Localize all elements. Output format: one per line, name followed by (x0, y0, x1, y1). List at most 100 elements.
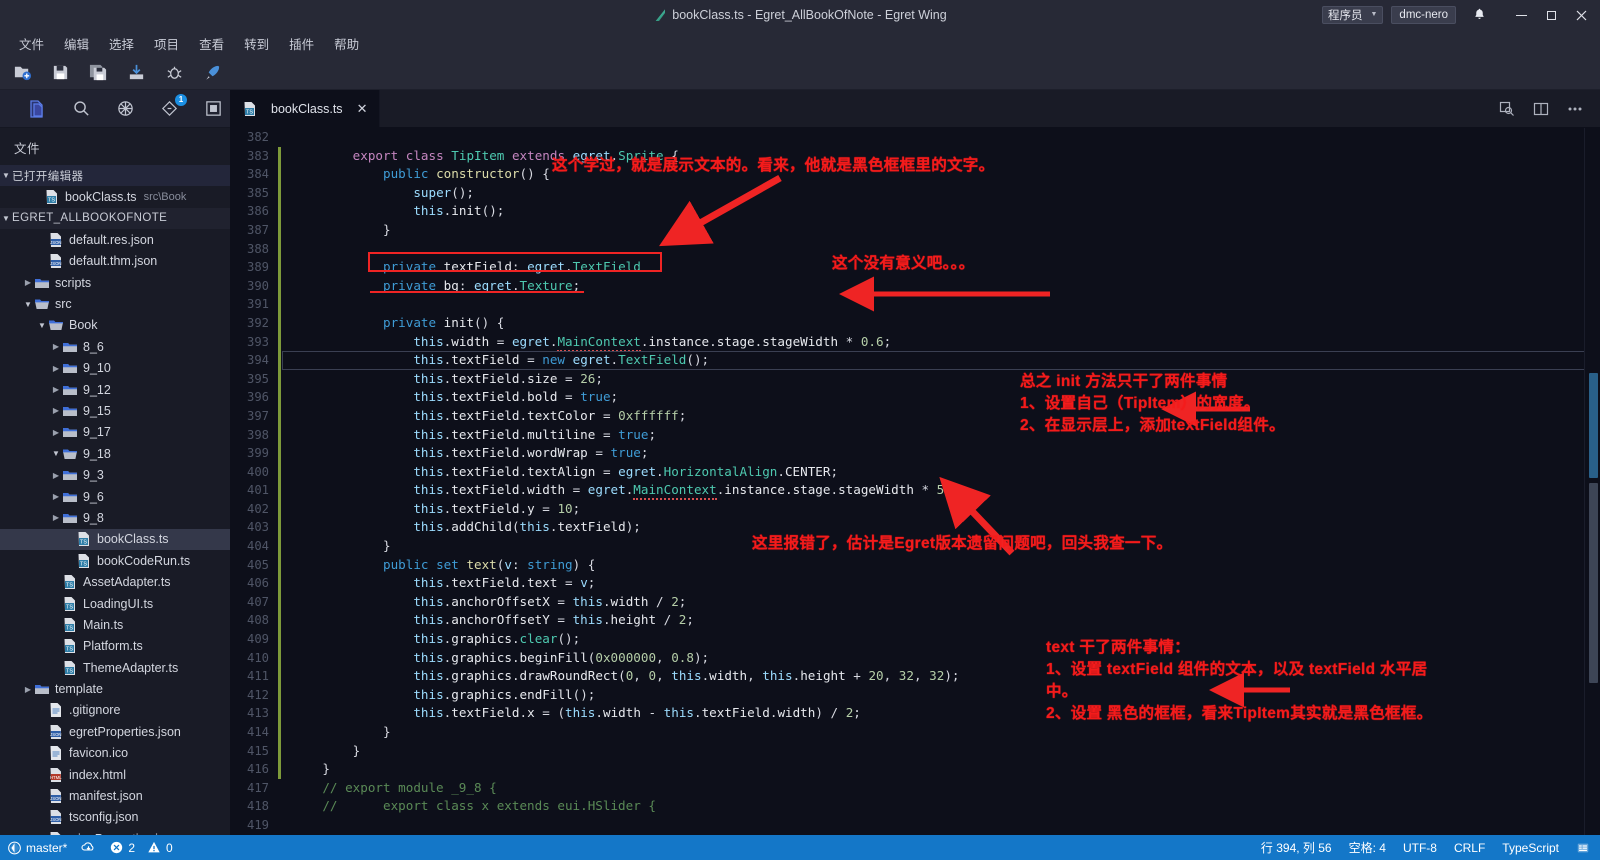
status-indentation[interactable]: 空格: 4 (1349, 839, 1386, 856)
chevron-right-icon[interactable]: ▶ (22, 278, 34, 287)
tree-item-index.html[interactable]: HTML index.html (0, 764, 230, 785)
sidebar: 1 文件 ▼ 已打开编辑器 TS bookClass.ts src\Book ▼… (0, 90, 230, 835)
explorer-icon[interactable] (26, 98, 48, 120)
status-eol[interactable]: CRLF (1454, 841, 1485, 855)
tree-item-manifest.json[interactable]: JSON manifest.json (0, 785, 230, 806)
svg-text:TS: TS (66, 647, 73, 653)
project-root-section[interactable]: ▼ EGRET_ALLBOOKOFNOTE (0, 207, 230, 230)
tree-item-9_18[interactable]: ▼ 9_18 (0, 443, 230, 464)
status-encoding[interactable]: UTF-8 (1403, 841, 1437, 855)
menu-item-3[interactable]: 项目 (145, 31, 188, 56)
new-file-icon[interactable] (8, 60, 36, 86)
more-actions-icon[interactable] (1566, 100, 1584, 118)
folder-open-icon (62, 446, 78, 462)
menu-item-4[interactable]: 查看 (190, 31, 233, 56)
role-label: 程序员 (1327, 10, 1363, 22)
tree-item-bookClass.ts[interactable]: TS bookClass.ts (0, 528, 230, 551)
chevron-down-icon[interactable]: ▼ (22, 300, 34, 309)
chevron-right-icon[interactable]: ▶ (50, 492, 62, 501)
extensions-icon[interactable] (202, 98, 224, 120)
tree-item-Main.ts[interactable]: TS Main.ts (0, 614, 230, 635)
chevron-right-icon[interactable]: ▶ (50, 385, 62, 394)
tree-item-label: bookCodeRun.ts (97, 553, 191, 568)
chevron-right-icon[interactable]: ▶ (22, 685, 34, 694)
menu-item-6[interactable]: 插件 (280, 31, 323, 56)
chevron-right-icon[interactable]: ▶ (50, 406, 62, 415)
status-branch[interactable]: master* (8, 841, 67, 855)
tree-item-label: 9_3 (83, 468, 104, 483)
role-dropdown[interactable]: 程序员 ▼ (1321, 6, 1384, 24)
open-editor-detail: src\Book (143, 191, 187, 204)
minimize-button[interactable] (1506, 0, 1536, 30)
status-cursor-position[interactable]: 行 394, 列 56 (1261, 839, 1332, 856)
chevron-right-icon[interactable]: ▶ (50, 428, 62, 437)
menu-item-7[interactable]: 帮助 (325, 31, 368, 56)
status-sync[interactable] (81, 841, 96, 854)
menu-item-0[interactable]: 文件 (10, 31, 53, 56)
tree-item-9_17[interactable]: ▶ 9_17 (0, 422, 230, 443)
tree-item-9_12[interactable]: ▶ 9_12 (0, 379, 230, 400)
chevron-down-icon[interactable]: ▼ (50, 449, 62, 458)
tree-item-9_6[interactable]: ▶ 9_6 (0, 486, 230, 507)
tree-item-label: default.res.json (69, 232, 154, 247)
tree-item-favicon.ico[interactable]: favicon.ico (0, 743, 230, 764)
bell-icon[interactable] (1468, 7, 1490, 24)
chevron-down-icon: ▼ (2, 213, 10, 223)
preview-icon[interactable] (1498, 100, 1516, 118)
tree-item-default.res.json[interactable]: JSON default.res.json (0, 229, 230, 250)
tree-item-bookCodeRun.ts[interactable]: TS bookCodeRun.ts (0, 550, 230, 571)
editor-tabs: TS bookClass.ts ✕ (230, 90, 1600, 128)
chevron-right-icon[interactable]: ▶ (50, 513, 62, 522)
close-icon[interactable]: ✕ (357, 101, 368, 117)
chevron-down-icon[interactable]: ▼ (36, 321, 48, 330)
source-control-icon[interactable]: 1 (158, 93, 187, 120)
menu-item-2[interactable]: 选择 (100, 31, 143, 56)
chevron-right-icon[interactable]: ▶ (50, 364, 62, 373)
tree-item-.gitignore[interactable]: .gitignore (0, 700, 230, 721)
publish-icon[interactable] (122, 60, 150, 86)
tree-item-wingProperties.json[interactable]: JSONwingProperties.json (0, 828, 230, 835)
tree-item-Book[interactable]: ▼ Book (0, 315, 230, 336)
tree-item-egretProperties.json[interactable]: JSON egretProperties.json (0, 721, 230, 742)
chevron-right-icon[interactable]: ▶ (50, 471, 62, 480)
status-warning-count: 0 (166, 840, 173, 855)
split-editor-icon[interactable] (1532, 100, 1550, 118)
tree-item-AssetAdapter.ts[interactable]: TS AssetAdapter.ts (0, 571, 230, 592)
code-editor[interactable]: 382 383 export class TipItem extends egre… (230, 128, 1600, 835)
tree-item-label: src (55, 297, 72, 312)
menu-item-1[interactable]: 编辑 (55, 31, 98, 56)
tree-item-9_10[interactable]: ▶ 9_10 (0, 358, 230, 379)
save-all-icon[interactable] (84, 60, 112, 86)
tree-item-LoadingUI.ts[interactable]: TS LoadingUI.ts (0, 593, 230, 614)
tree-item-default.thm.json[interactable]: JSON default.thm.json (0, 251, 230, 272)
open-editor-item[interactable]: TS bookClass.ts src\Book (0, 186, 230, 207)
user-badge[interactable]: dmc-nero (1391, 6, 1456, 24)
tab-bookClass-ts[interactable]: TS bookClass.ts ✕ (230, 90, 381, 127)
debug-bug-icon[interactable] (160, 60, 188, 86)
maximize-button[interactable] (1536, 0, 1566, 30)
close-button[interactable] (1566, 0, 1596, 30)
status-language-mode[interactable]: TypeScript (1502, 841, 1559, 855)
chevron-right-icon[interactable]: ▶ (50, 342, 62, 351)
feedback-icon[interactable] (1576, 841, 1590, 855)
ts-file-icon: TS (242, 101, 258, 117)
open-editors-section[interactable]: ▼ 已打开编辑器 (0, 165, 230, 187)
text-file-icon (48, 745, 64, 761)
debug-icon[interactable] (114, 98, 136, 120)
tree-item-src[interactable]: ▼ src (0, 293, 230, 314)
search-icon[interactable] (70, 98, 92, 120)
tree-item-ThemeAdapter.ts[interactable]: TS ThemeAdapter.ts (0, 657, 230, 678)
tree-item-scripts[interactable]: ▶ scripts (0, 272, 230, 293)
save-icon[interactable] (46, 60, 74, 86)
menu-item-5[interactable]: 转到 (235, 31, 278, 56)
tree-item-9_3[interactable]: ▶ 9_3 (0, 464, 230, 485)
tree-item-9_15[interactable]: ▶ 9_15 (0, 400, 230, 421)
tree-item-Platform.ts[interactable]: TS Platform.ts (0, 636, 230, 657)
status-problems[interactable]: 2 0 (110, 840, 173, 855)
tree-item-9_8[interactable]: ▶ 9_8 (0, 507, 230, 528)
editor-area: TS bookClass.ts ✕ 382 383 export class T… (230, 90, 1600, 835)
run-rocket-icon[interactable] (198, 60, 226, 86)
tree-item-template[interactable]: ▶ template (0, 678, 230, 699)
tree-item-tsconfig.json[interactable]: JSON tsconfig.json (0, 807, 230, 828)
tree-item-8_6[interactable]: ▶ 8_6 (0, 336, 230, 357)
